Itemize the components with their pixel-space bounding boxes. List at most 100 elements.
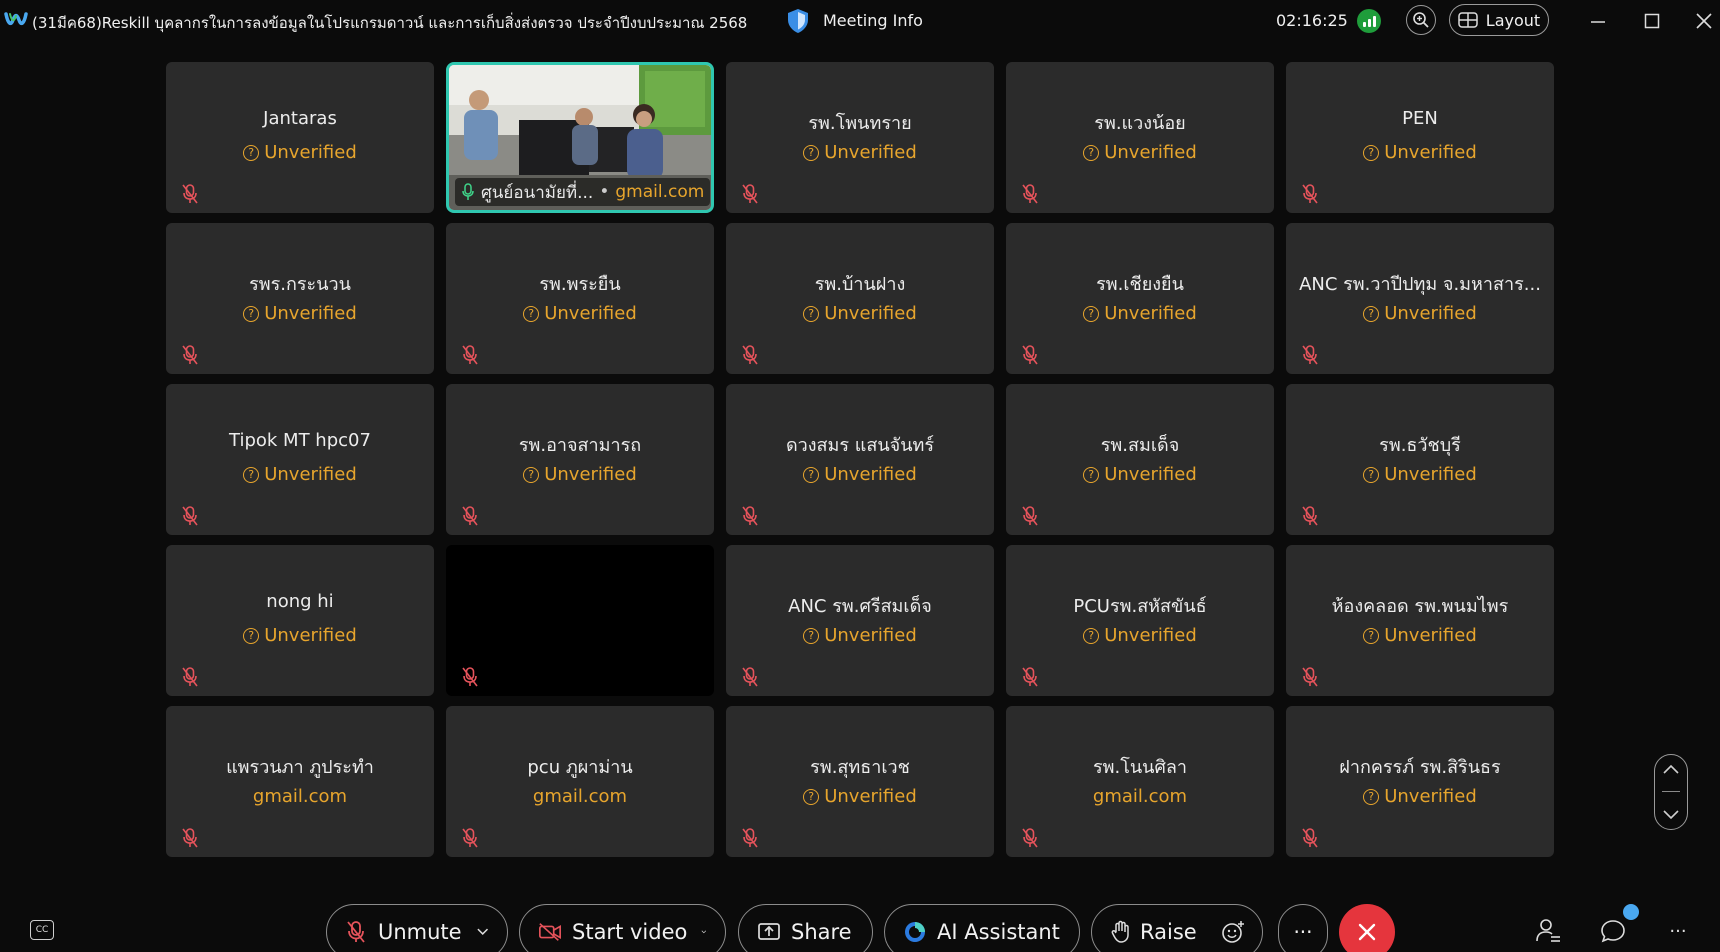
close-icon [1696, 13, 1712, 29]
mic-muted-icon [1300, 666, 1320, 688]
participant-tile[interactable]: nong hi? Unverified [166, 545, 434, 696]
raise-label: Raise [1140, 920, 1197, 944]
share-button[interactable]: Share [738, 904, 873, 952]
participant-tile[interactable]: รพ.โพนทราย? Unverified [726, 62, 994, 213]
participant-status-text: Unverified [1384, 786, 1477, 807]
participant-name: รพ.โนนศิลา [1092, 757, 1188, 778]
maximize-button[interactable] [1638, 8, 1666, 34]
meeting-info-link[interactable]: Meeting Info [823, 11, 923, 30]
participant-status: ? Unverified [166, 464, 434, 485]
participant-status: ? Unverified [1286, 786, 1554, 807]
raise-hand-button[interactable]: Raise [1091, 904, 1263, 952]
mic-muted-icon [460, 505, 480, 527]
participant-tile[interactable]: ศูนย์อนามัยที่... • gmail.com [446, 62, 714, 213]
network-signal-icon[interactable] [1357, 9, 1381, 33]
question-circle-icon: ? [243, 144, 260, 161]
participant-status-text: Unverified [1104, 625, 1197, 646]
participant-status: ? Unverified [1286, 464, 1554, 485]
question-circle-icon: ? [1363, 466, 1380, 483]
participant-tile[interactable]: รพ.บ้านฝาง? Unverified [726, 223, 994, 374]
mic-muted-icon [1300, 183, 1320, 205]
participant-tile[interactable]: รพ.สมเด็จ? Unverified [1006, 384, 1274, 535]
participant-tile[interactable]: รพ.พระยืน? Unverified [446, 223, 714, 374]
participant-tile[interactable]: รพ.เชียงยืน ? Unverified [1006, 223, 1274, 374]
mic-muted-icon [1020, 505, 1040, 527]
overflow-menu-button[interactable]: ··· [1663, 916, 1693, 946]
participant-tile[interactable]: ANC รพ.วาปีปทุม จ.มหาสาร...? Unverified [1286, 223, 1554, 374]
mic-muted-icon [180, 505, 200, 527]
participant-grid: Jantaras? Unverified ศูนย์อนามัยที่... • gma… [166, 62, 1555, 859]
chevron-up-icon[interactable] [1662, 763, 1680, 775]
participant-status-text: Unverified [1384, 303, 1477, 324]
closed-captions-button[interactable]: CC [30, 920, 54, 940]
share-label: Share [791, 920, 852, 944]
participant-tile[interactable]: รพ.สุทธาเวช? Unverified [726, 706, 994, 857]
ai-assistant-button[interactable]: AI Assistant [884, 904, 1080, 952]
mic-muted-icon [740, 344, 760, 366]
chevron-down-icon[interactable] [476, 927, 489, 937]
share-screen-icon [757, 920, 781, 944]
layout-button[interactable]: Layout [1449, 4, 1549, 36]
participant-name-overlay: ศูนย์อนามัยที่... • gmail.com [455, 178, 711, 206]
participant-tile[interactable]: รพ.แวงน้อย? Unverified [1006, 62, 1274, 213]
participant-status: gmail.com [446, 786, 714, 807]
participant-tile[interactable]: รพร.กระนวน? Unverified [166, 223, 434, 374]
participant-tile[interactable]: ANC รพ.ศรีสมเด็จ? Unverified [726, 545, 994, 696]
participants-button[interactable] [1533, 916, 1563, 946]
mic-muted-icon [740, 183, 760, 205]
participant-tile[interactable]: ห้องคลอด รพ.พนมไพร? Unverified [1286, 545, 1554, 696]
participant-status-text: Unverified [1104, 142, 1197, 163]
mic-muted-icon [460, 666, 480, 688]
question-circle-icon: ? [1363, 305, 1380, 322]
participant-tile[interactable]: PEN? Unverified [1286, 62, 1554, 213]
participant-tile[interactable]: pcu ภูผาม่าน gmail.com [446, 706, 714, 857]
reaction-emoji-icon[interactable] [1221, 920, 1245, 944]
participant-tile[interactable]: PCUรพ.สหัสขันธ์? Unverified [1006, 545, 1274, 696]
mic-muted-icon [180, 827, 200, 849]
mic-muted-icon [345, 920, 368, 944]
shield-icon[interactable] [786, 8, 810, 34]
control-bar: CC Unmute Start video Share AI Assistant… [0, 900, 1720, 952]
chat-button[interactable] [1598, 916, 1628, 946]
question-circle-icon: ? [243, 627, 260, 644]
participant-tile[interactable]: แพรวนภา ภูประทำ gmail.com [166, 706, 434, 857]
zoom-button[interactable] [1406, 5, 1436, 35]
ai-assistant-label: AI Assistant [937, 920, 1060, 944]
participant-status: ? Unverified [166, 625, 434, 646]
leave-meeting-button[interactable] [1339, 904, 1395, 952]
participant-tile[interactable]: Tipok MT hpc07? Unverified [166, 384, 434, 535]
mic-muted-icon [180, 666, 200, 688]
participant-name: รพ.สุทธาเวช [810, 757, 910, 778]
participant-tile[interactable] [446, 545, 714, 696]
more-options-button[interactable]: ··· [1278, 904, 1328, 952]
minimize-button[interactable] [1584, 8, 1612, 34]
start-video-button[interactable]: Start video [519, 904, 726, 952]
participant-name: รพ.เชียงยืน [1096, 274, 1184, 295]
participant-tile[interactable]: รพ.ธวัชบุรี? Unverified [1286, 384, 1554, 535]
participant-status-text: Unverified [1384, 142, 1477, 163]
participant-status-text: Unverified [1384, 464, 1477, 485]
participant-tile[interactable]: รพ.อาจสามารถ? Unverified [446, 384, 714, 535]
question-circle-icon: ? [523, 305, 540, 322]
participant-tile[interactable]: ดวงสมร แสนจันทร์? Unverified [726, 384, 994, 535]
participant-name: ศูนย์อนามัยที่... [481, 182, 594, 203]
chevron-down-icon[interactable] [1662, 809, 1680, 821]
participant-tile[interactable]: Jantaras? Unverified [166, 62, 434, 213]
mic-active-icon [462, 183, 474, 200]
question-circle-icon: ? [803, 305, 820, 322]
question-circle-icon: ? [1083, 466, 1100, 483]
grid-page-control [1654, 754, 1688, 830]
participant-status: gmail.com [1006, 786, 1274, 807]
participant-tile[interactable]: รพ.โนนศิลา gmail.com [1006, 706, 1274, 857]
participants-icon [1536, 919, 1560, 942]
participant-status-text: Unverified [824, 142, 917, 163]
close-button[interactable] [1690, 8, 1718, 34]
chevron-down-icon[interactable] [701, 927, 707, 937]
participant-status: ? Unverified [1006, 142, 1274, 163]
participant-status-text: Unverified [544, 464, 637, 485]
question-circle-icon: ? [243, 466, 260, 483]
unmute-button[interactable]: Unmute [326, 904, 508, 952]
participant-status: ? Unverified [1006, 303, 1274, 324]
participant-tile[interactable]: ฝากครรภ์ รพ.สิรินธร? Unverified [1286, 706, 1554, 857]
mic-muted-icon [460, 344, 480, 366]
